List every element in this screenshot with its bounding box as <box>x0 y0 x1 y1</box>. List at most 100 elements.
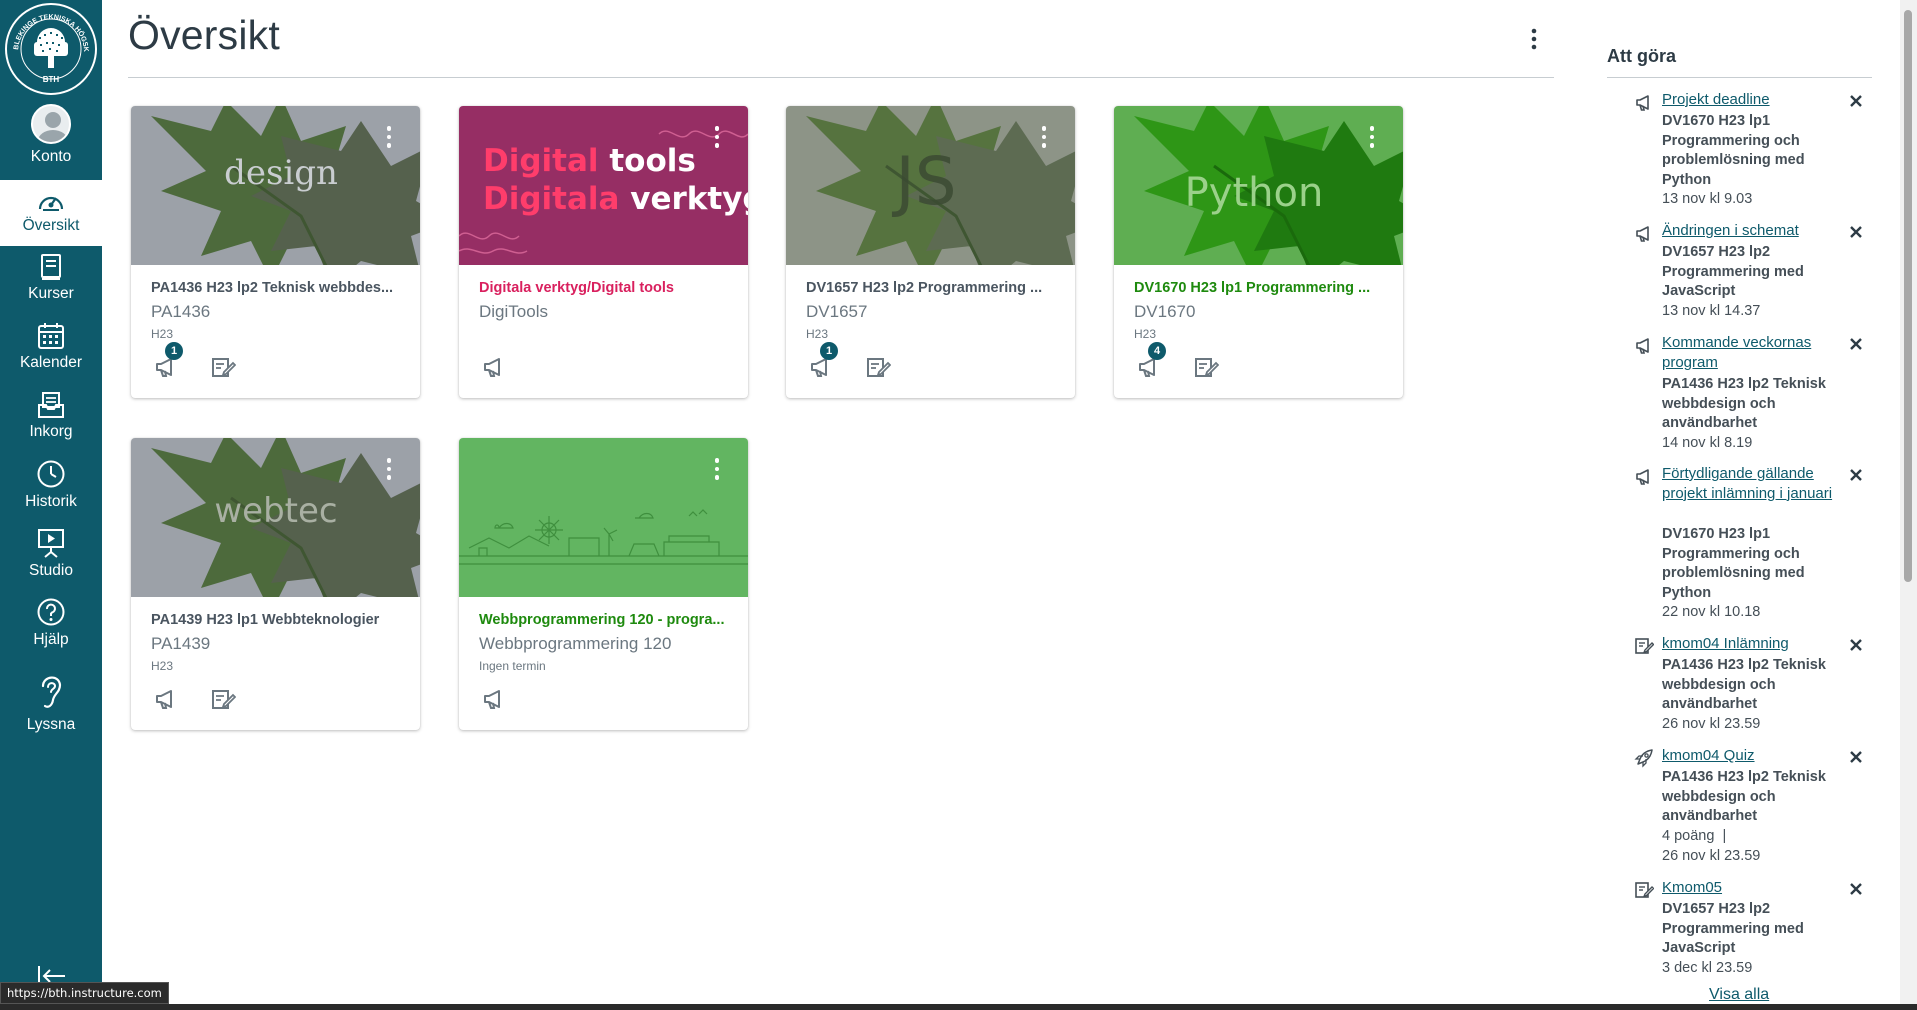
history-icon <box>37 460 65 488</box>
leaf-hero-image: JS <box>786 106 1075 265</box>
todo-item: Projekt deadline DV1670 H23 lp1 Programm… <box>1607 90 1872 210</box>
assignment-icon <box>1635 882 1654 898</box>
dismiss-close-icon[interactable] <box>1847 880 1865 898</box>
announcement-icon <box>1636 469 1649 485</box>
inbox-icon <box>38 392 64 418</box>
card-options-kebab-icon[interactable] <box>712 458 722 484</box>
assignment-icon <box>1195 358 1220 377</box>
dismiss-close-icon[interactable] <box>1847 466 1865 484</box>
show-all-link[interactable]: Visa alla <box>1709 986 1769 1004</box>
course-card-title[interactable]: DV1657 H23 lp2 Programmering ... <box>806 280 1061 296</box>
hero-text-verktyg: verktyg <box>630 181 748 217</box>
course-card-title[interactable]: PA1439 H23 lp1 Webbteknologier <box>151 612 406 628</box>
todo-item: Kmom05 DV1657 H23 lp2 Programmering med … <box>1607 878 1872 978</box>
announcement-icon <box>1636 95 1649 111</box>
course-card-pa1439[interactable]: webtec PA1439 H23 lp1 Webbteknologier PA… <box>131 438 420 730</box>
scrollbar-thumb[interactable] <box>1904 10 1912 582</box>
todo-item: kmom04 Inlämning PA1436 H23 lp2 Teknisk … <box>1607 634 1872 734</box>
todo-link[interactable]: Kmom05 <box>1662 878 1842 898</box>
card-options-kebab-icon[interactable] <box>1039 126 1049 152</box>
announcements-button[interactable] <box>481 686 507 712</box>
todo-link[interactable]: Projekt deadline <box>1662 90 1842 110</box>
course-card-code: PA1436 <box>151 302 211 321</box>
course-card-hero[interactable]: Python <box>1114 106 1403 265</box>
announcement-icon <box>156 690 172 709</box>
announcements-button[interactable]: 1 <box>153 342 183 380</box>
assignments-button[interactable] <box>210 354 237 380</box>
bth-logo[interactable]: BTH BLEKINGE TEKNISKA HÖGSKOLA <box>4 2 98 96</box>
nav-inbox[interactable]: Inkorg <box>0 391 102 459</box>
assignments-button[interactable] <box>210 686 237 712</box>
course-card-code: DV1657 <box>806 302 868 321</box>
course-card-hero[interactable]: design <box>131 106 420 265</box>
assignment-icon <box>212 358 237 377</box>
todo-link[interactable]: kmom04 Quiz <box>1662 746 1842 766</box>
dismiss-close-icon[interactable] <box>1847 223 1865 241</box>
todo-link[interactable]: Förtydligande gällande projekt inlämning… <box>1662 464 1842 503</box>
leaf-hero-image: webtec <box>131 438 420 597</box>
todo-link[interactable]: Ändringen i schemat <box>1662 221 1842 241</box>
todo-link[interactable]: kmom04 Inlämning <box>1662 634 1842 654</box>
card-options-kebab-icon[interactable] <box>1367 126 1377 152</box>
todo-link[interactable]: Kommande veckornas program <box>1662 333 1842 372</box>
hero-text-tools: tools <box>609 143 696 179</box>
todo-divider <box>1607 77 1872 78</box>
course-card-hero[interactable]: Digital tools Digitala verktyg <box>459 106 748 265</box>
dashboard-options-kebab-icon[interactable] <box>1524 26 1544 52</box>
dismiss-close-icon[interactable] <box>1847 748 1865 766</box>
listen-icon <box>41 676 62 708</box>
course-card-dv1670[interactable]: Python DV1670 H23 lp1 Programmering ... … <box>1114 106 1403 398</box>
window-bottom-edge <box>0 1004 1917 1010</box>
course-card-pa1436[interactable]: design PA1436 H23 lp2 Teknisk webbdes...… <box>131 106 420 398</box>
studio-icon <box>38 529 64 558</box>
course-card-title[interactable]: PA1436 H23 lp2 Teknisk webbdes... <box>151 280 406 296</box>
nav-help[interactable]: Hjälp <box>0 597 102 665</box>
nav-studio[interactable]: Studio <box>0 528 102 596</box>
card-options-kebab-icon[interactable] <box>384 458 394 484</box>
todo-date: 3 dec kl 23.59 <box>1662 960 1753 976</box>
course-card-title[interactable]: Webbprogrammering 120 - progra... <box>479 612 734 628</box>
nav-label: Inkorg <box>29 423 73 440</box>
svg-text:BTH: BTH <box>43 75 60 84</box>
nav-label: Översikt <box>22 217 80 234</box>
nav-listen[interactable]: Lyssna <box>0 670 102 740</box>
course-card-title[interactable]: Digitala verktyg/Digital tools <box>479 280 734 296</box>
dashboard-icon <box>38 196 64 211</box>
nav-calendar[interactable]: Kalender <box>0 322 102 390</box>
nav-dashboard[interactable]: Översikt <box>0 180 102 246</box>
nav-courses[interactable]: Kurser <box>0 253 102 321</box>
card-options-kebab-icon[interactable] <box>712 126 722 152</box>
course-card-dv1657[interactable]: JS DV1657 H23 lp2 Programmering ... DV16… <box>786 106 1075 398</box>
todo-item: kmom04 Quiz PA1436 H23 lp2 Teknisk webbd… <box>1607 746 1872 866</box>
hero-text-digital: Digital <box>483 143 599 179</box>
digital-tools-hero-image: Digital tools Digitala verktyg <box>459 106 748 265</box>
help-icon <box>37 598 65 626</box>
todo-points: 4 poäng | <box>1662 828 1727 844</box>
dismiss-close-icon[interactable] <box>1847 636 1865 654</box>
course-card-webbprogrammering[interactable]: Webbprogrammering 120 - progra... Webbpr… <box>459 438 748 730</box>
dismiss-close-icon[interactable] <box>1847 335 1865 353</box>
page-scrollbar[interactable] <box>1900 0 1917 1010</box>
nav-label: Hjälp <box>33 631 69 648</box>
course-card-digitools[interactable]: Digital tools Digitala verktyg Digitala … <box>459 106 748 398</box>
dismiss-close-icon[interactable] <box>1847 92 1865 110</box>
course-card-title[interactable]: DV1670 H23 lp1 Programmering ... <box>1134 280 1389 296</box>
assignments-button[interactable] <box>1193 354 1220 380</box>
card-options-kebab-icon[interactable] <box>384 126 394 152</box>
course-card-hero[interactable] <box>459 438 748 597</box>
nav-history[interactable]: Historik <box>0 459 102 527</box>
course-card-hero[interactable]: webtec <box>131 438 420 597</box>
unread-badge: 1 <box>165 342 183 360</box>
announcements-button[interactable]: 1 <box>808 342 838 380</box>
nav-account[interactable]: Konto <box>0 104 102 172</box>
announcements-button[interactable] <box>481 354 507 380</box>
assignment-icon <box>867 358 892 377</box>
todo-date: 13 nov kl 9.03 <box>1662 191 1753 207</box>
assignments-button[interactable] <box>865 354 892 380</box>
announcements-button[interactable]: 4 <box>1136 342 1166 380</box>
announcements-button[interactable] <box>153 686 179 712</box>
nav-label: Kurser <box>28 285 74 302</box>
global-nav: BTH BLEKINGE TEKNISKA HÖGSKOLA Konto Öve… <box>0 0 102 1010</box>
course-card-hero[interactable]: JS <box>786 106 1075 265</box>
landscape-hero-image <box>459 438 748 597</box>
